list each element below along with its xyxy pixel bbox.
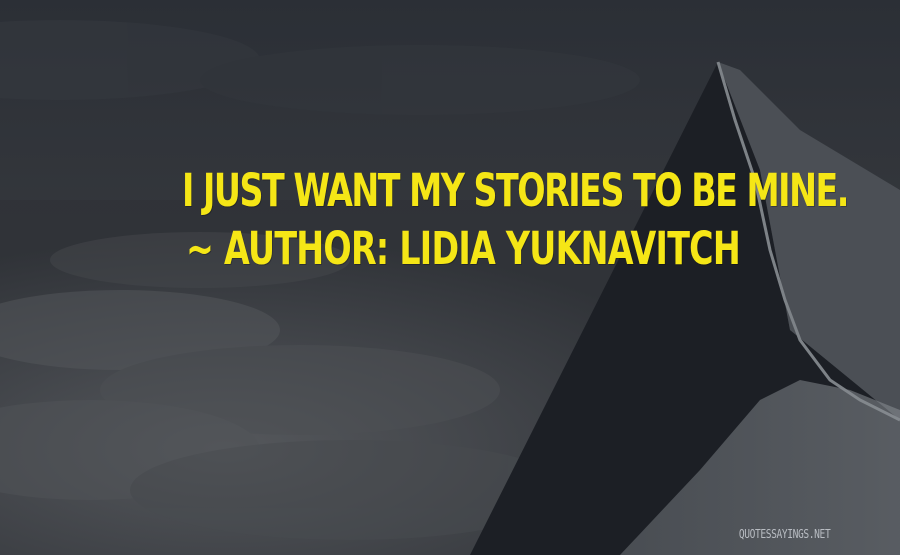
quote-author: ~ AUTHOR: LIDIA YUKNAVITCH — [186, 222, 741, 275]
mountain-background — [0, 0, 900, 555]
site-watermark: QUOTESSAYINGS.NET — [738, 527, 831, 541]
quote-text: I JUST WANT MY STORIES TO BE MINE. — [182, 164, 849, 217]
quote-image: I JUST WANT MY STORIES TO BE MINE. ~ AUT… — [0, 0, 900, 555]
